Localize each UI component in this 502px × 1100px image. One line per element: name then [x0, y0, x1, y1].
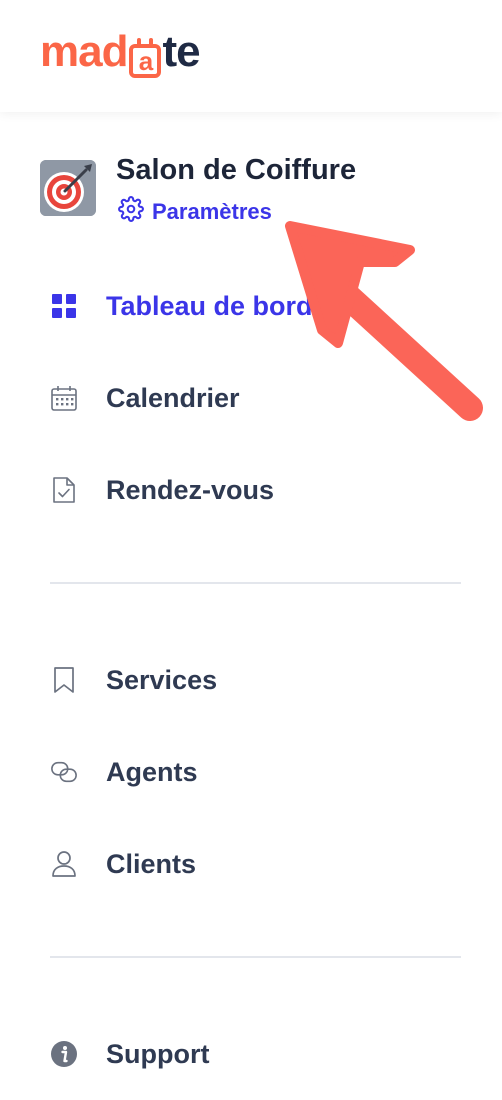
- gear-icon: [118, 196, 144, 228]
- nav-item-support[interactable]: Support: [50, 1034, 209, 1074]
- nav-divider-1: [50, 582, 461, 584]
- nav-label-services: Services: [106, 664, 218, 695]
- user-icon: [50, 850, 78, 878]
- bookmark-icon: [50, 666, 78, 694]
- nav-item-calendar[interactable]: Calendrier: [50, 378, 240, 418]
- nav-label-calendar: Calendrier: [106, 382, 240, 413]
- nav-item-appointments[interactable]: Rendez-vous: [50, 470, 274, 510]
- logo-part-a: a: [138, 46, 154, 76]
- calendar-icon: [50, 384, 78, 412]
- chain-link-icon: [50, 758, 78, 786]
- nav-label-appointments: Rendez-vous: [106, 474, 275, 505]
- nav-item-services[interactable]: Services: [50, 660, 217, 700]
- settings-link[interactable]: Paramètres: [118, 196, 272, 228]
- nav-item-agents[interactable]: Agents: [50, 752, 198, 792]
- document-check-icon: [50, 476, 78, 504]
- settings-label: Paramètres: [152, 199, 272, 224]
- dashboard-grid-icon: [50, 292, 78, 320]
- business-name: Salon de Coiffure: [116, 154, 357, 186]
- info-icon: [50, 1040, 78, 1068]
- nav-label-agents: Agents: [106, 756, 198, 787]
- nav-item-clients[interactable]: Clients: [50, 844, 196, 884]
- nav-label-support: Support: [106, 1038, 210, 1069]
- nav-label-dashboard: Tableau de bord: [106, 290, 313, 321]
- madate-logo[interactable]: mad a te: [40, 24, 201, 80]
- logo-part-ma: ma: [40, 27, 103, 76]
- logo-part-d: d: [101, 27, 129, 76]
- nav-divider-2: [50, 956, 461, 958]
- target-dart-icon: [40, 160, 96, 216]
- logo-calendar-a: a: [129, 38, 162, 78]
- nav-label-clients: Clients: [106, 848, 197, 879]
- app-header: mad a te: [0, 0, 502, 112]
- nav-item-dashboard[interactable]: Tableau de bord: [50, 286, 313, 326]
- logo-part-te: te: [162, 27, 200, 76]
